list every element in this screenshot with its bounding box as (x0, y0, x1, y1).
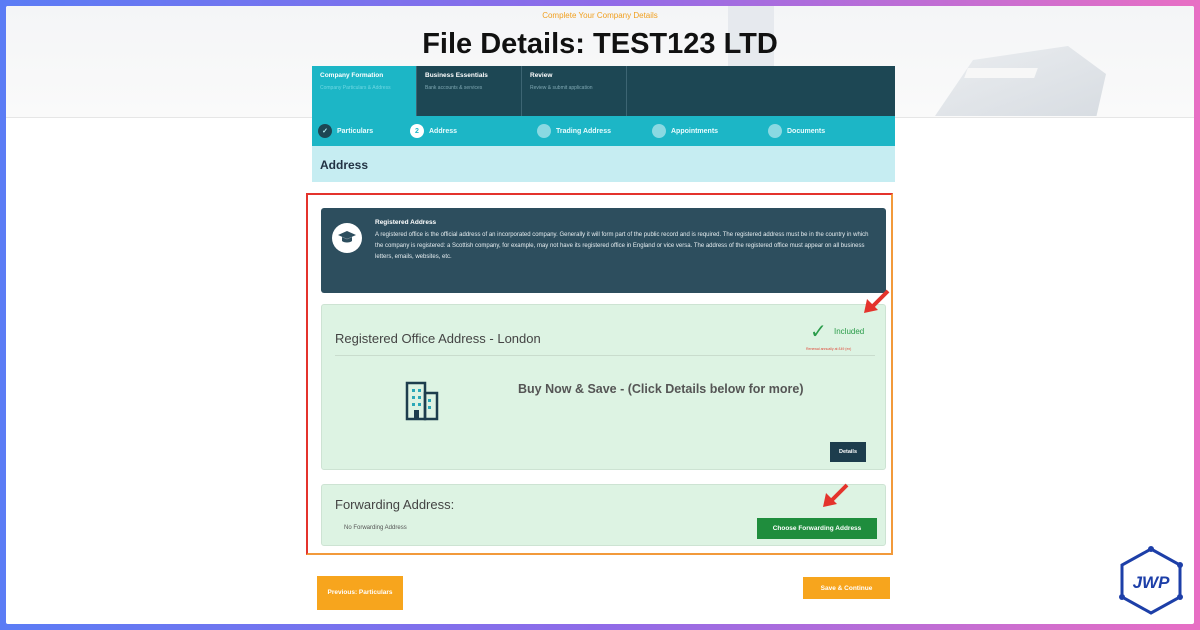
annotation-arrow-icon (864, 289, 890, 313)
step-progress-bar: ✓ Particulars 2 Address Trading Address … (312, 116, 895, 146)
step-dot (768, 124, 782, 138)
wizard-tab-title: Review (530, 72, 553, 79)
page-title: File Details: TEST123 LTD (422, 28, 778, 60)
info-box: Registered Address A registered office i… (321, 208, 886, 293)
wizard-tab-company-formation[interactable]: Company Formation Company Particulars & … (312, 66, 417, 116)
logo-text: JWP (1133, 573, 1171, 592)
wizard-tab-subtitle: Bank accounts & services (425, 85, 483, 91)
save-continue-button[interactable]: Save & Continue (803, 577, 890, 599)
included-label: Included (834, 327, 865, 336)
checkmark-icon: ✓ (810, 321, 827, 343)
step-dot (537, 124, 551, 138)
choose-forwarding-address-button[interactable]: Choose Forwarding Address (757, 518, 877, 539)
wizard-tab-review[interactable]: Review Review & submit application (522, 66, 627, 116)
step-appointments[interactable]: Appointments (652, 124, 718, 138)
details-button[interactable]: Details (830, 442, 866, 462)
divider (335, 355, 875, 356)
info-title: Registered Address (375, 219, 437, 226)
section-title: Address (320, 158, 369, 172)
wizard-tab-business-essentials[interactable]: Business Essentials Bank accounts & serv… (417, 66, 522, 116)
step-label: Appointments (671, 127, 719, 135)
step-address[interactable]: 2 Address (410, 124, 457, 138)
registered-office-title: Registered Office Address - London (335, 331, 541, 346)
wizard-tabs: Company Formation Company Particulars & … (312, 66, 895, 116)
step-label: Particulars (337, 127, 374, 135)
annotation-arrow-icon (823, 483, 849, 507)
section-header: Address (312, 146, 895, 182)
jwp-logo: JWP (1119, 546, 1183, 615)
forwarding-title: Forwarding Address: (335, 497, 455, 512)
forwarding-value: No Forwarding Address (344, 525, 407, 531)
renewal-note: Renewal annually at £49 (ex) (806, 347, 852, 351)
forwarding-address-card: Forwarding Address: No Forwarding Addres… (321, 484, 886, 546)
step-check-icon: ✓ (318, 124, 332, 138)
info-text: A registered office is the official addr… (375, 232, 869, 260)
registered-office-card: Registered Office Address - London ✓ Inc… (321, 304, 886, 470)
wizard-tab-title: Business Essentials (425, 72, 488, 79)
step-label: Trading Address (556, 127, 611, 135)
step-dot (652, 124, 666, 138)
hero-background-shape (964, 68, 1038, 78)
step-trading-address[interactable]: Trading Address (537, 124, 611, 138)
graduation-cap-icon (332, 223, 362, 253)
screenshot-frame: Complete Your Company Details File Detai… (6, 6, 1194, 624)
wizard-tab-subtitle: Review & submit application (530, 85, 593, 91)
step-label: Documents (787, 127, 826, 135)
step-number: 2 (410, 124, 424, 138)
step-particulars[interactable]: ✓ Particulars (318, 124, 373, 138)
step-label: Address (429, 127, 458, 135)
step-documents[interactable]: Documents (768, 124, 825, 138)
page-kicker: Complete Your Company Details (542, 11, 658, 20)
wizard-tab-title: Company Formation (320, 72, 384, 79)
building-icon (405, 381, 439, 421)
promo-text: Buy Now & Save - (Click Details below fo… (518, 382, 804, 396)
wizard-tab-subtitle: Company Particulars & Address (320, 85, 391, 91)
previous-button[interactable]: Previous: Particulars (317, 576, 403, 610)
